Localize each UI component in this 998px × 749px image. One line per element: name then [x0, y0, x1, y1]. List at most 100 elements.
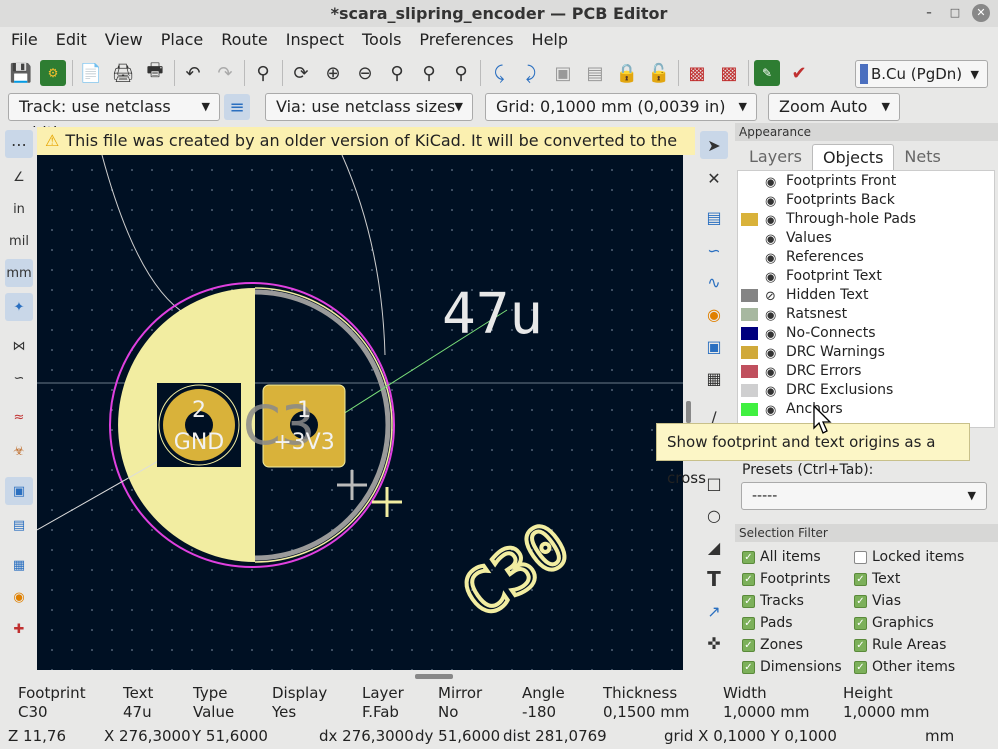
route-track-icon[interactable]: ∽ — [700, 236, 728, 264]
close-button[interactable]: ✕ — [972, 4, 990, 22]
menu-inspect[interactable]: Inspect — [277, 27, 353, 52]
track-width-select[interactable]: Track: use netclass width ▼ — [8, 93, 220, 142]
zoom-in-icon[interactable]: ⊕ — [320, 60, 346, 86]
maximize-button[interactable]: □ — [946, 4, 964, 22]
pad-outline-icon[interactable]: ▦ — [5, 551, 33, 579]
scrollbar-thumb[interactable] — [686, 401, 691, 423]
netlist-update-icon[interactable]: ▩ — [684, 60, 710, 86]
filter-checkbox[interactable]: ✓ Vias — [854, 591, 901, 611]
tab-layers[interactable]: Layers — [739, 144, 812, 170]
eye-icon[interactable]: ◉ — [765, 192, 782, 211]
draw-circle-icon[interactable]: ○ — [700, 501, 728, 529]
scripting-icon[interactable]: ✎ — [754, 60, 780, 86]
object-row[interactable]: ◉ Footprints Front — [738, 172, 994, 191]
checkbox-checked-icon[interactable]: ✓ — [854, 639, 867, 652]
curved-ratsnest-icon[interactable]: ∽ — [5, 364, 33, 392]
color-swatch[interactable] — [741, 289, 758, 302]
refresh-icon[interactable]: ⟳ — [288, 60, 314, 86]
menu-help[interactable]: Help — [523, 27, 577, 52]
object-row[interactable]: ◉ Footprints Back — [738, 191, 994, 210]
checkbox-checked-icon[interactable]: ✓ — [742, 551, 755, 564]
checkbox-checked-icon[interactable]: ✓ — [854, 595, 867, 608]
eye-icon[interactable]: ◉ — [765, 401, 782, 420]
reference-text[interactable]: C30 — [447, 506, 585, 634]
object-row[interactable]: ◉ References — [738, 248, 994, 267]
eye-icon[interactable]: ◉ — [765, 325, 782, 344]
eye-hidden-icon[interactable]: ⊘ — [765, 287, 782, 306]
object-row[interactable]: ◉ DRC Warnings — [738, 343, 994, 362]
pcb-canvas[interactable]: C3 2 GND 1 +3V3 47u C30 — [37, 155, 683, 670]
color-swatch[interactable] — [741, 403, 758, 416]
eye-icon[interactable]: ◉ — [765, 211, 782, 230]
object-row[interactable]: ◉Anchors — [738, 400, 994, 419]
redo-icon[interactable]: ↷ — [212, 60, 238, 86]
drc-icon[interactable]: ✔ — [786, 60, 812, 86]
zone-outline-icon[interactable]: ▤ — [5, 511, 33, 539]
units-mm-button[interactable]: mm — [5, 259, 33, 287]
menu-tools[interactable]: Tools — [353, 27, 410, 52]
unlock-icon[interactable]: 🔓 — [646, 60, 672, 86]
scrollbar-thumb[interactable] — [415, 674, 453, 679]
filter-checkbox[interactable]: ✓ Footprints — [742, 569, 830, 589]
object-row[interactable]: ◉ DRC Exclusions — [738, 381, 994, 400]
eye-icon[interactable]: ◉ — [765, 363, 782, 382]
object-row[interactable]: ◉ Values — [738, 229, 994, 248]
presets-select[interactable]: ----- ▼ — [741, 482, 987, 510]
find-icon[interactable]: ⚲ — [250, 60, 276, 86]
checkbox-checked-icon[interactable]: ✓ — [742, 573, 755, 586]
color-swatch[interactable] — [741, 213, 758, 226]
group-icon[interactable]: ▤ — [582, 60, 608, 86]
filter-checkbox[interactable]: ✓ Other items — [854, 657, 955, 677]
units-inch-button[interactable]: in — [5, 195, 33, 223]
eye-icon[interactable]: ◉ — [765, 306, 782, 325]
minimize-button[interactable]: – — [920, 4, 938, 22]
tab-nets[interactable]: Nets — [894, 144, 950, 170]
add-dimension-icon[interactable]: ↗ — [700, 597, 728, 625]
color-swatch[interactable] — [741, 270, 758, 283]
vertical-scrollbar[interactable] — [683, 155, 695, 670]
zoom-select[interactable]: Zoom Auto ▼ — [768, 93, 900, 121]
menu-file[interactable]: File — [2, 27, 47, 52]
checkbox-checked-icon[interactable]: ✓ — [742, 661, 755, 674]
menu-place[interactable]: Place — [152, 27, 213, 52]
filter-checkbox[interactable]: ✓ Text — [854, 569, 900, 589]
filter-checkbox[interactable]: Locked items — [854, 547, 964, 567]
footprint-viewer-icon[interactable]: ▩ — [716, 60, 742, 86]
via-outline-icon[interactable]: ☣ — [5, 437, 33, 465]
net-inspector-icon[interactable]: ✚ — [5, 615, 33, 643]
eye-icon[interactable]: ◉ — [765, 344, 782, 363]
tune-length-icon[interactable]: ∿ — [700, 268, 728, 296]
rotate-cw-icon[interactable]: ⤸ — [518, 60, 544, 86]
zoom-tool-icon[interactable]: ⚲ — [448, 60, 474, 86]
checkbox-checked-icon[interactable]: ✓ — [854, 661, 867, 674]
object-row[interactable]: ⊘ Hidden Text — [738, 286, 994, 305]
plot-icon[interactable]: 🖶 — [142, 60, 168, 86]
color-swatch[interactable] — [741, 175, 758, 188]
print-icon[interactable]: 🖨 — [110, 60, 136, 86]
color-swatch[interactable] — [741, 251, 758, 264]
object-row[interactable]: ◉ Ratsnest — [738, 305, 994, 324]
units-mil-button[interactable]: mil — [5, 227, 33, 255]
add-via-icon[interactable]: ◉ — [700, 300, 728, 328]
menu-route[interactable]: Route — [212, 27, 276, 52]
object-row[interactable]: ◉ Through-hole Pads — [738, 210, 994, 229]
grid-origin-icon[interactable]: ✜ — [700, 629, 728, 657]
eye-icon[interactable]: ◉ — [765, 173, 782, 192]
undo-icon[interactable]: ↶ — [180, 60, 206, 86]
show-ratsnest-icon[interactable]: ⋈ — [5, 332, 33, 360]
lock-icon[interactable]: 🔒 — [614, 60, 640, 86]
checkbox-checked-icon[interactable]: ✓ — [742, 617, 755, 630]
cursor-shape-icon[interactable]: ✦ — [5, 293, 33, 321]
via-size-select[interactable]: Via: use netclass sizes ▼ — [265, 93, 473, 121]
zoom-out-icon[interactable]: ⊖ — [352, 60, 378, 86]
object-row[interactable]: ◉ Footprint Text — [738, 267, 994, 286]
select-tool-icon[interactable]: ➤ — [700, 131, 728, 159]
color-swatch[interactable] — [741, 384, 758, 397]
page-settings-icon[interactable]: 📄 — [78, 60, 104, 86]
color-swatch[interactable] — [741, 232, 758, 245]
add-text-icon[interactable]: T — [700, 565, 728, 593]
add-zone-icon[interactable]: ▣ — [700, 332, 728, 360]
menu-preferences[interactable]: Preferences — [410, 27, 522, 52]
filter-checkbox[interactable]: ✓ Pads — [742, 613, 793, 633]
tab-objects[interactable]: Objects — [811, 144, 895, 170]
